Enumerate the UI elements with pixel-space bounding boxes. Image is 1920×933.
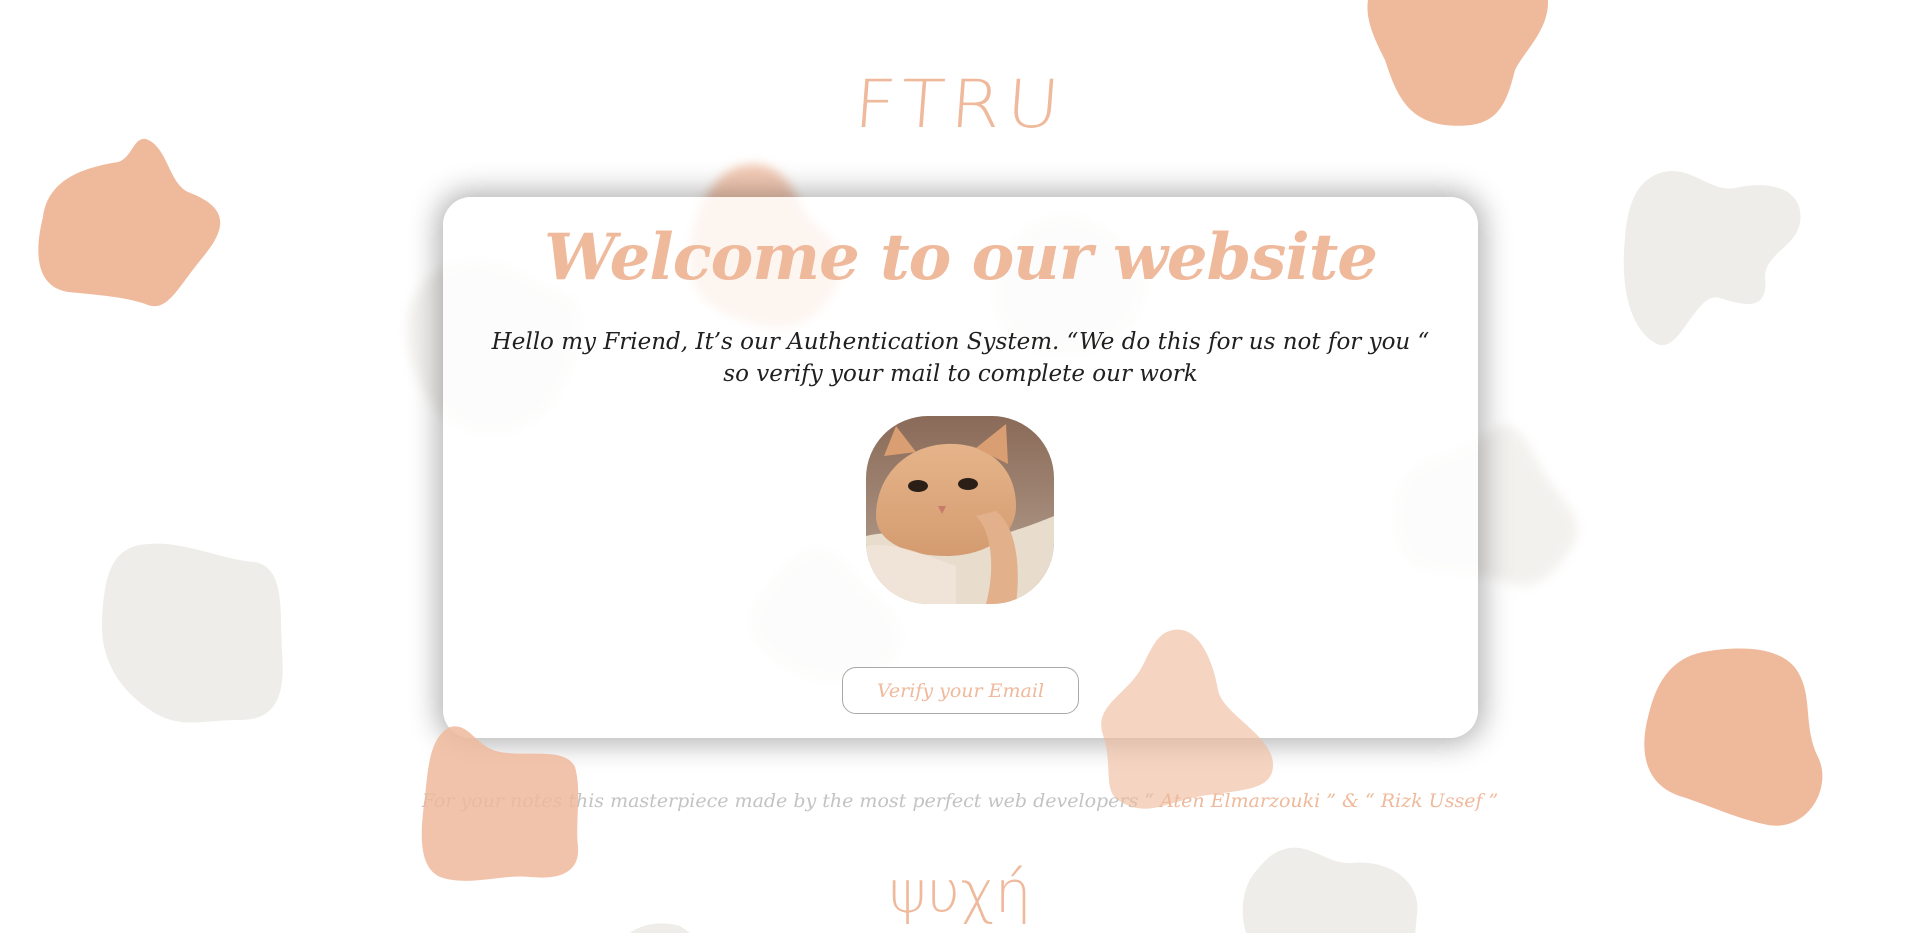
footer-credits: For your notes this masterpiece made by … [0, 790, 1920, 812]
decor-blob [101, 543, 283, 723]
card-message: Hello my Friend, It’s our Authentication… [491, 329, 1430, 387]
verify-email-button[interactable]: Verify your Email [842, 667, 1079, 714]
cat-photo-icon [866, 416, 1054, 604]
card-title: Welcome to our website [544, 220, 1378, 295]
decor-blob [1623, 170, 1801, 346]
brand-logo: FTRU [851, 65, 1069, 143]
decor-blob [38, 138, 221, 307]
page: FTRU Welcome to our website Hello my Fri… [0, 0, 1920, 933]
decor-blob [421, 726, 579, 881]
footer-signature: ψυχή [888, 858, 1032, 926]
decor-blob [1101, 629, 1273, 809]
cat-avatar [866, 416, 1054, 604]
